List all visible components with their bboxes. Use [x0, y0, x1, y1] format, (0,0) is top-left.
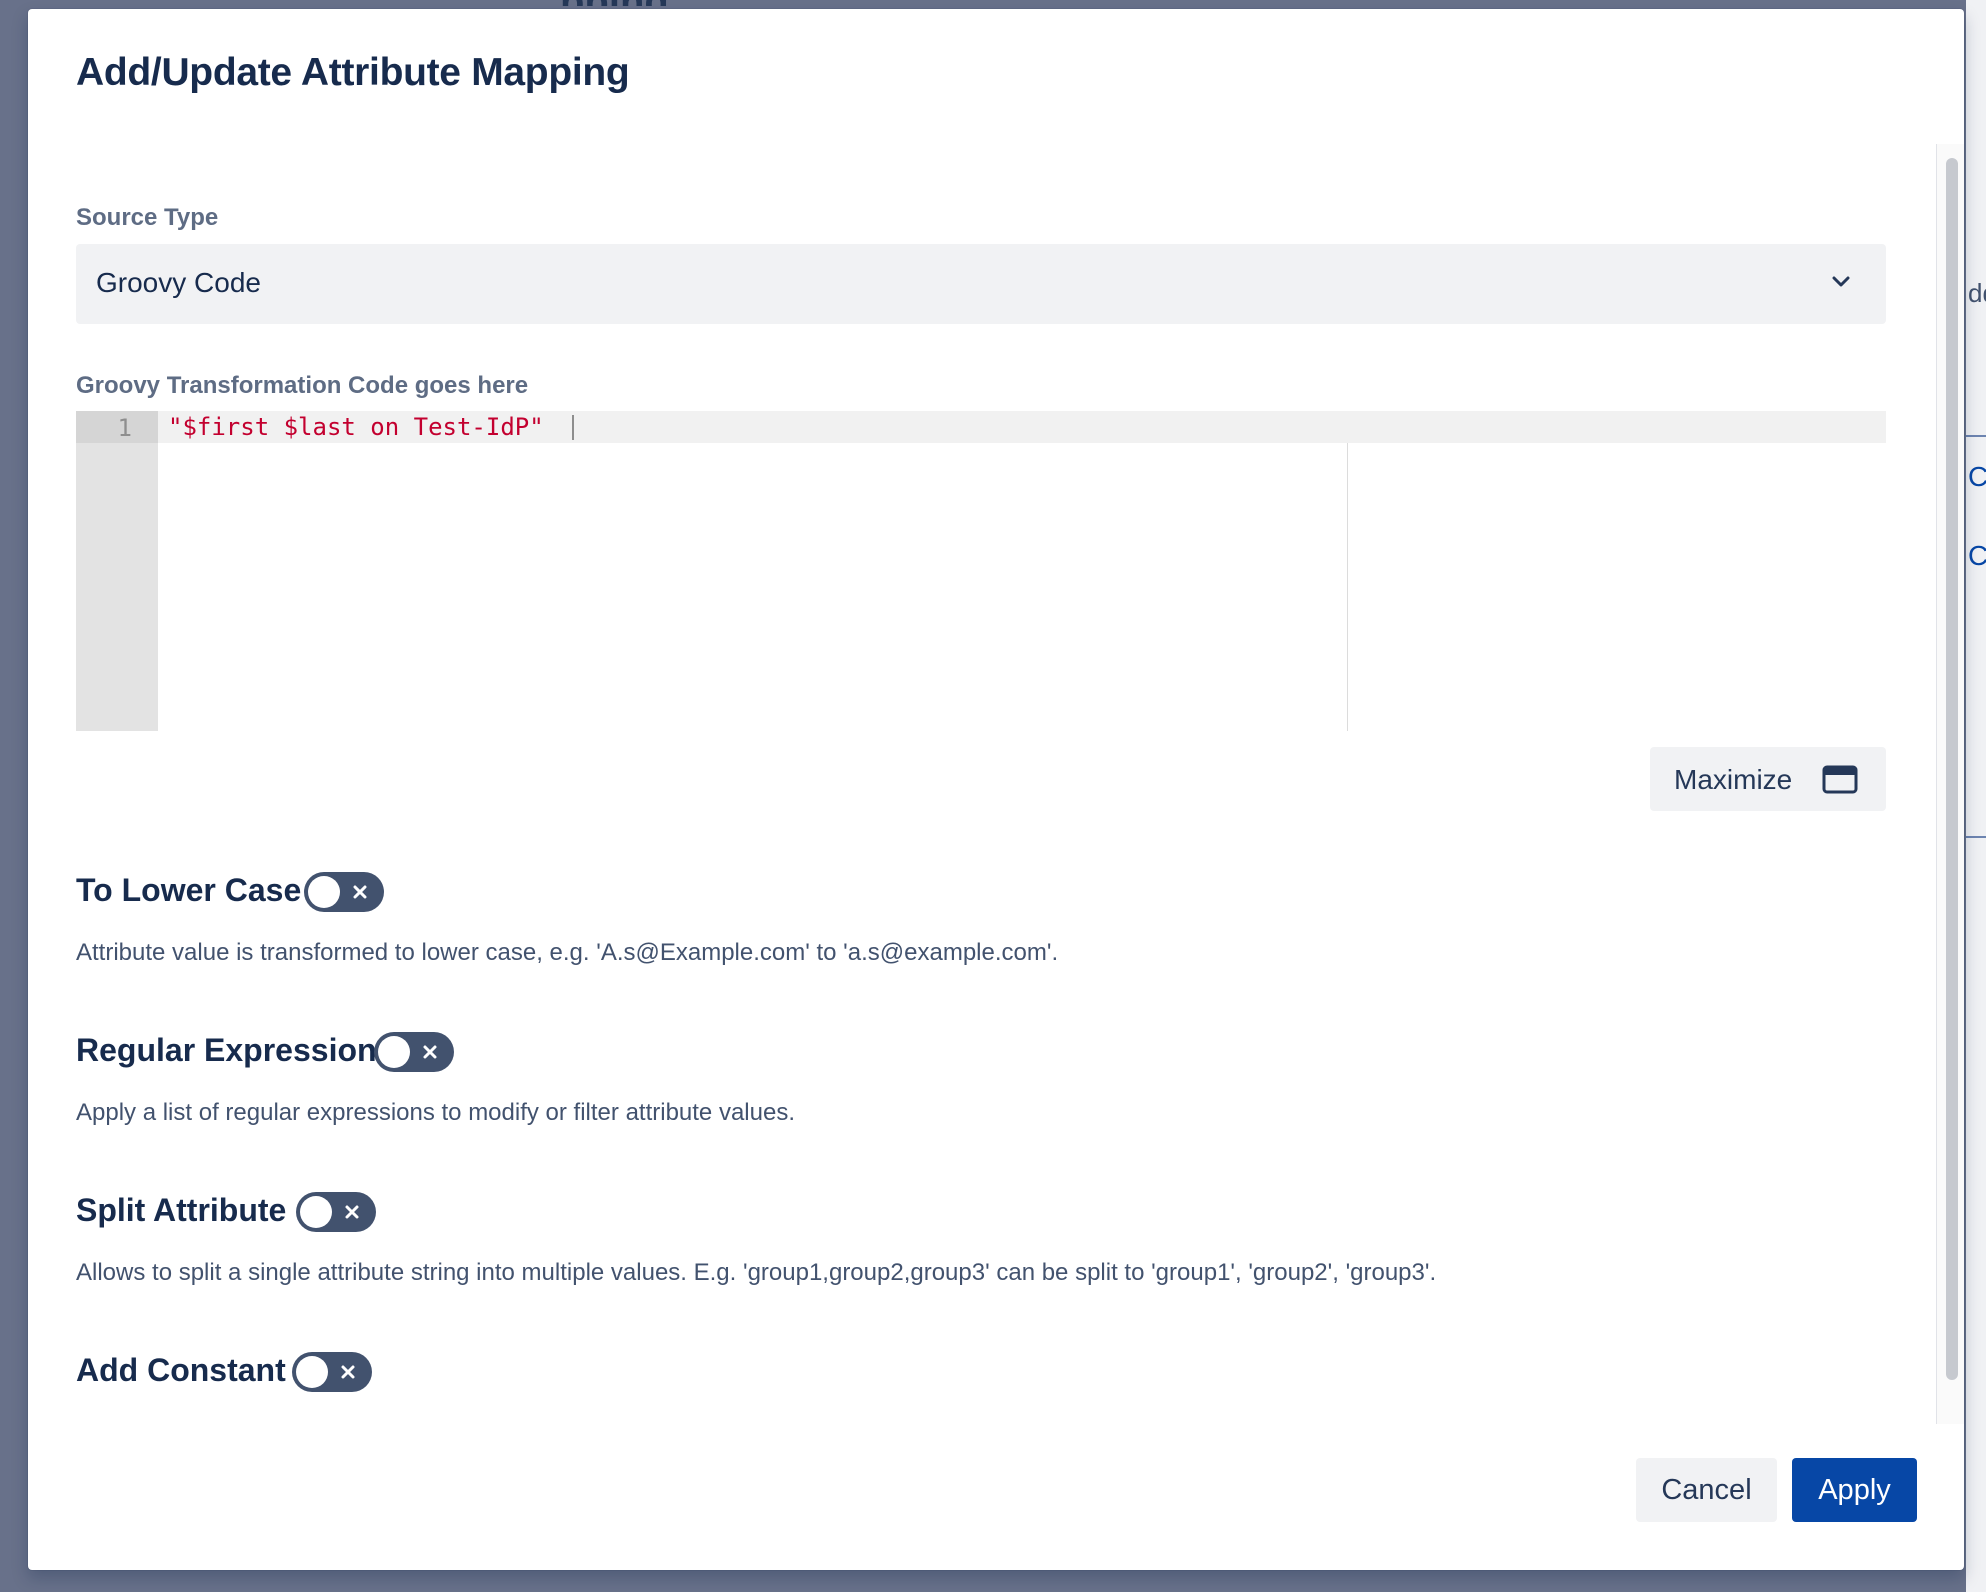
source-type-label: Source Type: [76, 204, 219, 231]
toggle-knob: [296, 1356, 328, 1388]
close-icon: [345, 1205, 359, 1219]
code-editor[interactable]: 1 "$first $last on Test-IdP": [76, 411, 1886, 731]
attribute-mapping-dialog: Add/Update Attribute Mapping Source Type…: [28, 9, 1964, 1570]
toggle-knob: [308, 876, 340, 908]
code-editor-label: Groovy Transformation Code goes here: [76, 372, 529, 399]
maximize-label: Maximize: [1674, 764, 1793, 795]
line-number: 1: [117, 414, 132, 442]
background-fragment[interactable]: C: [1968, 461, 1986, 493]
code-line: "$first $last on Test-IdP": [168, 413, 544, 441]
to-lower-case-toggle[interactable]: [304, 872, 384, 912]
scrollbar-thumb[interactable]: [1946, 158, 1958, 1380]
dialog-body: Source Type Groovy Code Groovy Transform…: [28, 144, 1936, 1424]
to-lower-case-heading: To Lower Case: [76, 872, 302, 908]
close-icon: [353, 885, 367, 899]
split-attribute-toggle[interactable]: [296, 1192, 376, 1232]
add-constant-heading: Add Constant: [76, 1352, 286, 1388]
apply-button[interactable]: Apply: [1792, 1458, 1917, 1522]
editor-active-gutter: 1: [76, 411, 158, 443]
split-attribute-heading: Split Attribute: [76, 1192, 287, 1228]
background-fragment[interactable]: C: [1968, 540, 1986, 572]
toggle-knob: [378, 1036, 410, 1068]
regular-expression-description: Apply a list of regular expressions to m…: [76, 1099, 795, 1126]
chevron-down-icon: [1832, 276, 1850, 287]
background-divider: [1966, 435, 1986, 437]
split-attribute-description: Allows to split a single attribute strin…: [76, 1259, 1437, 1286]
maximize-button[interactable]: Maximize: [1650, 747, 1886, 811]
background-page-right-edge: dd C C: [1966, 0, 1986, 1592]
source-type-select[interactable]: Groovy Code: [76, 244, 1886, 324]
window-maximize-icon: [1822, 765, 1858, 794]
background-fragment: dd: [1968, 278, 1986, 308]
regular-expression-heading: Regular Expression: [76, 1032, 377, 1068]
regular-expression-toggle[interactable]: [374, 1032, 454, 1072]
editor-gutter: [76, 411, 158, 731]
background-page-title: pping: [560, 0, 669, 6]
to-lower-case-description: Attribute value is transformed to lower …: [76, 939, 1059, 966]
background-divider: [1966, 836, 1986, 838]
text-cursor: [572, 415, 574, 440]
close-icon: [423, 1045, 437, 1059]
source-type-value: Groovy Code: [96, 267, 261, 298]
editor-print-margin: [1347, 443, 1348, 731]
close-icon: [341, 1365, 355, 1379]
cancel-button[interactable]: Cancel: [1636, 1458, 1777, 1522]
add-constant-toggle[interactable]: [292, 1352, 372, 1392]
toggle-knob: [300, 1196, 332, 1228]
dialog-scrollbar[interactable]: [1936, 144, 1964, 1424]
dialog-title: Add/Update Attribute Mapping: [76, 51, 630, 94]
